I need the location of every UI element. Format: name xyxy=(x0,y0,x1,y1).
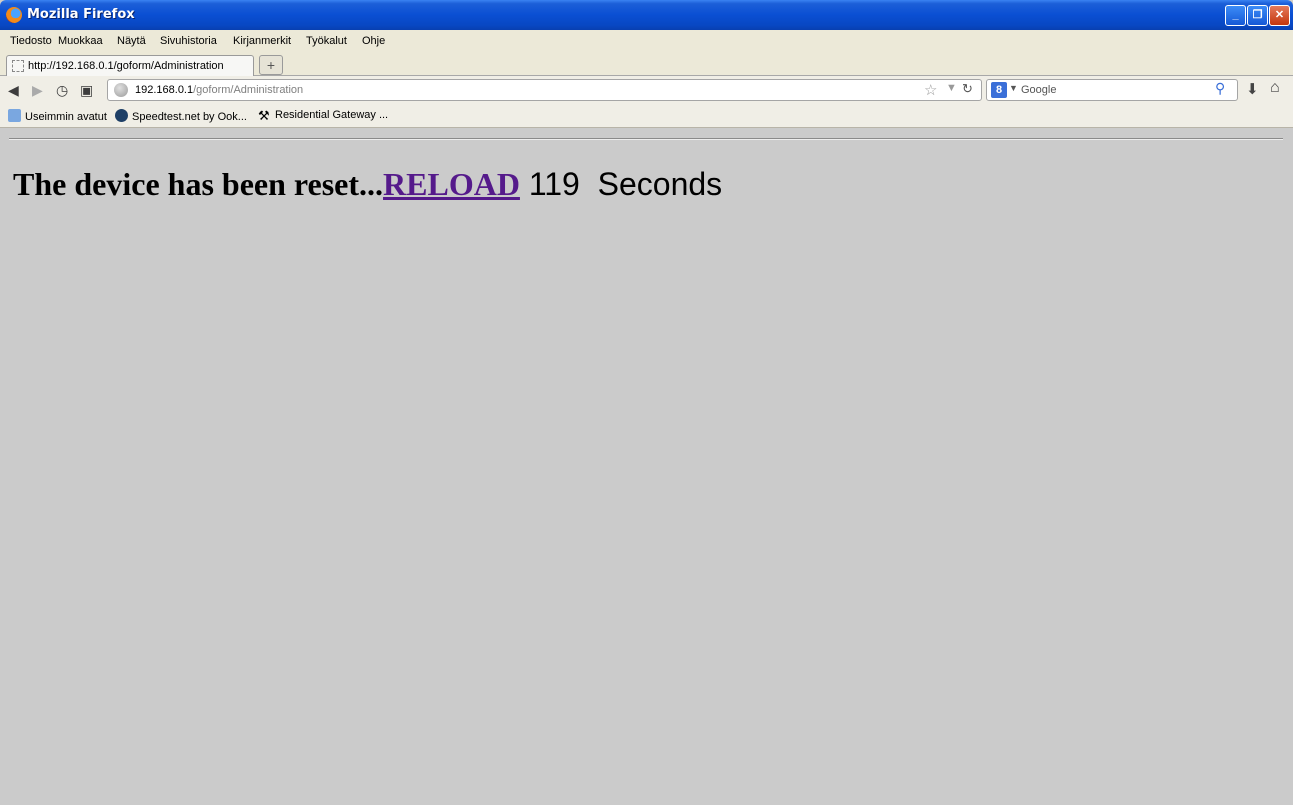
search-bar[interactable]: 8 ▼ Google ⚲ xyxy=(986,79,1238,101)
tab-label: http://192.168.0.1/goform/Administration xyxy=(28,60,224,72)
reset-message: The device has been reset...RELOAD 119 S… xyxy=(13,166,722,203)
menu-item-ohje[interactable]: Ohje xyxy=(362,35,385,47)
home-icon[interactable]: ⌂ xyxy=(1270,79,1280,97)
bookmark-label: Speedtest.net by Ook... xyxy=(132,111,247,123)
minimize-button[interactable]: _ xyxy=(1225,5,1246,26)
countdown-value: 119 xyxy=(528,166,580,202)
new-tab-button[interactable]: + xyxy=(259,55,283,75)
menu-item-tiedosto[interactable]: Tiedosto xyxy=(10,35,52,47)
close-button[interactable]: ✕ xyxy=(1269,5,1290,26)
history-icon[interactable]: ◷ xyxy=(56,81,68,99)
menu-item-sivuhistoria[interactable]: Sivuhistoria xyxy=(160,35,217,47)
back-icon[interactable]: ◀ xyxy=(8,81,19,99)
bookmark-residential-gateway[interactable]: ⚒ Residential Gateway ... xyxy=(258,109,388,122)
bookmark-label: Residential Gateway ... xyxy=(275,109,389,121)
menu-item-tyokalut[interactable]: Työkalut xyxy=(306,35,347,47)
title-bar: Mozilla Firefox _ ❐ ✕ xyxy=(0,0,1293,30)
menu-bar: Tiedosto Muokkaa Näytä Sivuhistoria Kirj… xyxy=(0,30,1293,52)
url-bar[interactable]: 192.168.0.1/goform/Administration ☆ ▼ ↻ xyxy=(107,79,982,101)
page-content: The device has been reset...RELOAD 119 S… xyxy=(0,128,1293,805)
url-text: 192.168.0.1/goform/Administration xyxy=(135,84,303,96)
menu-item-muokkaa[interactable]: Muokkaa xyxy=(58,35,103,47)
tools-icon: ⚒ xyxy=(258,108,270,123)
bookmark-speedtest[interactable]: Speedtest.net by Ook... xyxy=(115,109,247,123)
search-input[interactable]: Google xyxy=(1021,84,1056,96)
forward-icon[interactable]: ▶ xyxy=(32,81,43,99)
horizontal-rule xyxy=(9,138,1283,140)
url-path: /goform/Administration xyxy=(193,84,304,96)
sync-icon[interactable]: ▣ xyxy=(80,81,93,99)
url-host: 192.168.0.1 xyxy=(135,84,194,96)
bookmark-label: Useimmin avatut xyxy=(25,111,107,123)
tab-strip: http://192.168.0.1/goform/Administration… xyxy=(0,52,1293,76)
search-engine-icon[interactable]: 8 xyxy=(991,82,1007,98)
speedtest-icon xyxy=(115,109,128,122)
reset-text: The device has been reset... xyxy=(13,166,384,202)
url-dropdown-icon[interactable]: ▼ xyxy=(946,82,957,94)
countdown: 119 Seconds xyxy=(520,166,722,202)
page-icon xyxy=(12,60,24,72)
bookmarks-toolbar: Useimmin avatut Speedtest.net by Ook... … xyxy=(0,104,1293,128)
menu-item-nayta[interactable]: Näytä xyxy=(117,35,146,47)
menu-item-kirjanmerkit[interactable]: Kirjanmerkit xyxy=(233,35,291,47)
globe-icon xyxy=(114,83,128,97)
reload-link[interactable]: RELOAD xyxy=(383,166,520,202)
most-visited-icon xyxy=(8,109,21,122)
window-title: Mozilla Firefox xyxy=(27,7,135,22)
countdown-unit: Seconds xyxy=(597,166,723,202)
bookmark-star-icon[interactable]: ☆ xyxy=(924,81,937,99)
maximize-button[interactable]: ❐ xyxy=(1247,5,1268,26)
download-icon[interactable]: ⬇ xyxy=(1246,80,1259,98)
tab-administration[interactable]: http://192.168.0.1/goform/Administration xyxy=(6,55,254,76)
navigation-toolbar: ◀ ▶ ◷ ▣ 192.168.0.1/goform/Administratio… xyxy=(0,76,1293,104)
bookmark-most-visited[interactable]: Useimmin avatut xyxy=(8,109,107,123)
reload-icon[interactable]: ↻ xyxy=(962,81,973,97)
search-engine-caret-icon[interactable]: ▼ xyxy=(1009,83,1018,93)
firefox-logo-icon xyxy=(6,7,22,23)
search-icon[interactable]: ⚲ xyxy=(1215,80,1225,97)
